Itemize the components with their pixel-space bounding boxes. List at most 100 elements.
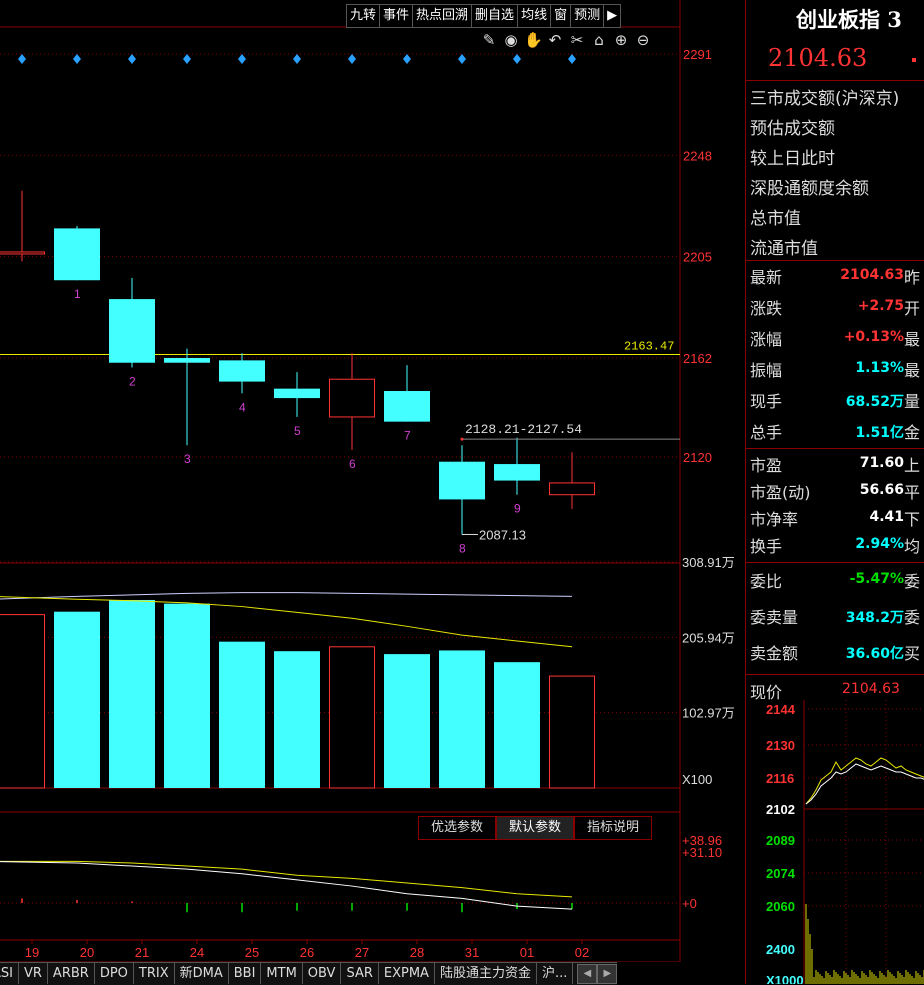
- candle-number-label: 2: [129, 374, 136, 388]
- low-annotation: 2087.13: [479, 527, 526, 542]
- order-2-next-label: 买: [904, 644, 921, 663]
- valuation-3-label: 换手: [750, 537, 783, 556]
- scissors-icon[interactable]: ✂: [568, 30, 586, 50]
- candle-body: [164, 358, 210, 363]
- intraday-mini-chart[interactable]: 2144 2130 2116 2102 2089 2074 2060 2400 X1000: [746, 700, 924, 984]
- x-date-label: 02: [575, 945, 589, 960]
- candle-body: [274, 388, 320, 399]
- divider: [746, 562, 924, 563]
- tab-vr[interactable]: VR: [19, 963, 48, 984]
- pin-icon[interactable]: ▶: [604, 4, 622, 28]
- info-total-market-cap: 总市值: [750, 209, 801, 229]
- candle-body: [54, 228, 100, 281]
- mini-y-label: 2089: [766, 833, 795, 848]
- x-date-label: 21: [135, 945, 149, 960]
- order-0-next-label: 委: [904, 572, 921, 591]
- tab-trix[interactable]: TRIX: [134, 963, 175, 984]
- info-sz-connect-quota: 深股通额度余额: [750, 179, 869, 199]
- volume-scale-label: X100: [682, 772, 712, 787]
- scroll-left-icon[interactable]: ◀: [577, 964, 598, 984]
- stat-1-label: 涨跌: [750, 299, 783, 318]
- valuation-2-label: 市净率: [750, 510, 799, 529]
- info-est-turnover: 预估成交额: [750, 119, 835, 139]
- lock-icon[interactable]: ⌂: [590, 30, 608, 50]
- x-date-label: 28: [410, 945, 424, 960]
- y-tick-label: 2248: [683, 148, 712, 163]
- candle-number-label: 7: [404, 429, 411, 443]
- toolbar-ma-button[interactable]: 均线: [518, 4, 552, 28]
- order-2-value: 36.60亿: [845, 646, 904, 662]
- x-date-label: 24: [190, 945, 204, 960]
- stat-4-value: 68.52万: [845, 394, 904, 410]
- pen-icon[interactable]: ✎: [480, 30, 498, 50]
- toolbar-remove-watchlist-button[interactable]: 删自选: [472, 4, 519, 28]
- volume-bar: [0, 614, 45, 789]
- order-0-label: 委比: [750, 572, 783, 591]
- stat-2-next-label: 最: [904, 330, 921, 349]
- tab-obv[interactable]: OBV: [303, 963, 342, 984]
- candle-body: [384, 391, 430, 422]
- scroll-right-icon[interactable]: ▶: [597, 964, 618, 984]
- info-float-market-cap: 流通市值: [750, 239, 818, 259]
- stat-4-label: 现手: [750, 392, 783, 411]
- event-marker-icon: [458, 54, 466, 64]
- stat-2-label: 涨幅: [750, 330, 783, 349]
- order-1-next-label: 委: [904, 608, 921, 627]
- current-price-value: 2104.63: [842, 681, 900, 697]
- tab-mtm[interactable]: MTM: [261, 963, 303, 984]
- tab-sar[interactable]: SAR: [341, 963, 379, 984]
- index-price: 2104.63: [768, 44, 868, 72]
- toolbar-window-button[interactable]: 窗: [551, 4, 572, 28]
- tab-bbi[interactable]: BBI: [229, 963, 262, 984]
- candle-number-label: 4: [239, 400, 246, 414]
- eye-icon[interactable]: ◉: [502, 30, 520, 50]
- toolbar-nine-turn-button[interactable]: 九转: [346, 4, 381, 28]
- mini-y-label: 2060: [766, 899, 795, 914]
- toolbar-event-button[interactable]: 事件: [380, 4, 414, 28]
- volume-bar: [549, 675, 595, 789]
- volume-bar: [54, 611, 100, 788]
- stat-0-next-label: 昨: [904, 268, 921, 287]
- tab-optimal-params[interactable]: 优选参数: [418, 816, 497, 840]
- toolbar-hot-review-button[interactable]: 热点回溯: [413, 4, 473, 28]
- x-date-label: 20: [80, 945, 94, 960]
- index-title: 创业板指 3: [796, 7, 902, 32]
- price-dot-icon: [912, 58, 916, 62]
- event-marker-icon: [18, 54, 26, 64]
- valuation-3-next-label: 均: [904, 537, 921, 556]
- tab-dpo[interactable]: DPO: [95, 963, 134, 984]
- x-date-label: 25: [245, 945, 259, 960]
- stat-1-value: +2.75: [857, 298, 904, 314]
- tab-asi[interactable]: ASI: [0, 963, 19, 984]
- valuation-0-next-label: 上: [904, 456, 921, 475]
- hand-icon[interactable]: ✋: [524, 30, 543, 50]
- order-1-label: 委卖量: [750, 608, 799, 627]
- y-tick-label: 2205: [683, 250, 712, 265]
- stat-5-next-label: 金: [904, 423, 921, 442]
- valuation-1-label: 市盈(动): [750, 483, 811, 502]
- toolbar-forecast-button[interactable]: 预测: [571, 4, 605, 28]
- volume-bar: [494, 662, 540, 788]
- tab-arbr[interactable]: ARBR: [48, 963, 95, 984]
- divider: [746, 260, 924, 261]
- tab-new-dma[interactable]: 新DMA: [175, 963, 229, 984]
- candle-number-label: 6: [349, 457, 356, 471]
- candle-number-label: 1: [74, 287, 81, 301]
- mini-y-label: 2144: [766, 702, 796, 717]
- zoom-out-icon[interactable]: ⊖: [634, 30, 652, 50]
- y-tick-label: 2120: [683, 450, 712, 465]
- stat-5-label: 总手: [750, 423, 783, 442]
- tab-expma[interactable]: EXPMA: [379, 963, 435, 984]
- divider: [746, 80, 924, 81]
- candle-body: [549, 482, 595, 496]
- candle-number-label: 9: [514, 502, 521, 516]
- tab-default-params[interactable]: 默认参数: [496, 816, 575, 840]
- tab-indicator-help[interactable]: 指标说明: [574, 816, 653, 840]
- tab-northbound-main-fund[interactable]: 陆股通主力资金: [435, 963, 537, 984]
- tab-more[interactable]: 沪...: [537, 963, 574, 984]
- range-dot-icon: [460, 437, 464, 441]
- undo-icon[interactable]: ↶: [546, 30, 564, 50]
- valuation-2-next-label: 下: [904, 510, 921, 529]
- volume-bar: [274, 651, 320, 788]
- zoom-in-icon[interactable]: ⊕: [612, 30, 630, 50]
